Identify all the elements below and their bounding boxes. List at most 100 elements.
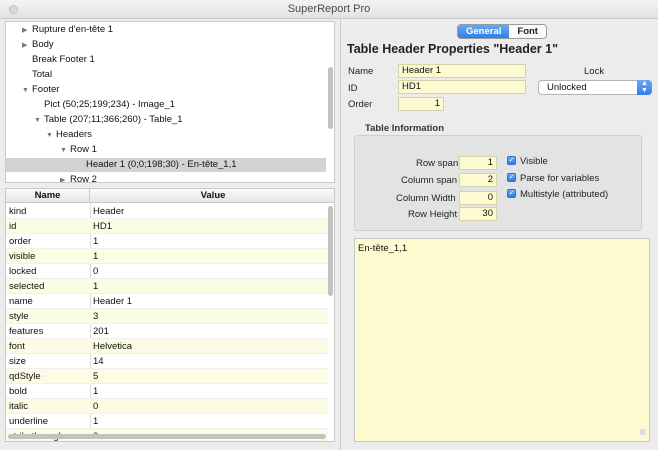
column-span-field[interactable]: 2: [459, 173, 497, 187]
disclosure-down-icon[interactable]: ▼: [22, 84, 32, 98]
table-row[interactable]: visible 1: [6, 249, 328, 264]
property-value: 1: [93, 386, 99, 397]
table-row[interactable]: selected 1: [6, 279, 328, 294]
tree-item-label: Body: [32, 39, 54, 50]
properties-table[interactable]: Name Value kind Header id HD1 order 1 visib…: [5, 188, 335, 442]
table-row[interactable]: qdStyle 5: [6, 369, 328, 384]
table-row[interactable]: name Header 1: [6, 294, 328, 309]
property-name: qdStyle: [9, 371, 41, 382]
property-name: id: [9, 221, 17, 232]
id-field[interactable]: HD1: [398, 80, 526, 94]
row-height-field[interactable]: 30: [459, 207, 497, 221]
window-title: SuperReport Pro: [287, 3, 371, 15]
tree-item[interactable]: ▶ Row 2: [6, 173, 326, 183]
tree-scrollbar[interactable]: [328, 67, 333, 129]
property-value: 201: [93, 326, 109, 337]
tree-item[interactable]: Pict (50;25;199;234) - Image_1: [6, 98, 326, 112]
property-name: kind: [9, 206, 27, 217]
order-label: Order: [348, 99, 373, 110]
tree-item-label: Break Footer 1: [32, 54, 95, 65]
table-row[interactable]: font Helvetica: [6, 339, 328, 354]
table-row[interactable]: locked 0: [6, 264, 328, 279]
property-value: HD1: [93, 221, 113, 232]
table-row[interactable]: order 1: [6, 234, 328, 249]
row-span-field[interactable]: 1: [459, 156, 497, 170]
multistyle-checkbox[interactable]: ✓: [507, 189, 516, 198]
row-span-label: Row span: [416, 158, 459, 169]
property-value: 5: [93, 371, 99, 382]
select-arrows-icon[interactable]: ▲ ▼: [637, 80, 652, 95]
disclosure-right-icon[interactable]: ▶: [22, 24, 32, 38]
checkmark-icon: ✓: [508, 190, 515, 197]
disclosure-right-icon[interactable]: ▶: [60, 174, 70, 182]
visible-label: Visible: [520, 156, 548, 167]
property-name: font: [9, 341, 25, 352]
disclosure-down-icon[interactable]: ▼: [34, 114, 44, 128]
lock-select-value: Unlocked: [547, 82, 587, 93]
tree-item[interactable]: Total: [6, 68, 326, 82]
resize-handle-icon[interactable]: [640, 429, 646, 435]
property-value: 0: [93, 401, 99, 412]
content-text: En-tête_1,1: [358, 243, 408, 254]
tree-item-label: Row 2: [70, 174, 97, 183]
title-bar: SuperReport Pro: [0, 0, 658, 19]
property-name: name: [9, 296, 33, 307]
disclosure-down-icon[interactable]: ▼: [60, 144, 70, 158]
tab-general[interactable]: General: [458, 25, 510, 38]
tree-item[interactable]: ▶ Body: [6, 38, 326, 52]
property-name: italic: [9, 401, 29, 412]
tree-item-label: Table (207;11;366;260) - Table_1: [44, 114, 183, 125]
property-name: order: [9, 236, 32, 247]
column-header-name[interactable]: Name: [6, 189, 90, 203]
row-height-label: Row Height: [408, 209, 458, 220]
tree-item-label: Total: [32, 69, 53, 80]
tree-item-label: Footer: [32, 84, 60, 95]
lock-select[interactable]: Unlocked ▲ ▼: [538, 80, 652, 95]
parse-variables-label: Parse for variables: [520, 173, 600, 184]
tree-item[interactable]: ▼ Row 1: [6, 143, 326, 157]
table-row[interactable]: italic 0: [6, 399, 328, 414]
property-value: 0: [93, 266, 99, 277]
tree-item[interactable]: ▶ Rupture d'en-tête 1: [6, 23, 326, 37]
tree-item-label: Pict (50;25;199;234) - Image_1: [44, 99, 175, 110]
table-row[interactable]: bold 1: [6, 384, 328, 399]
properties-horizontal-scrollbar[interactable]: [8, 434, 326, 439]
table-row[interactable]: size 14: [6, 354, 328, 369]
table-row[interactable]: kind Header: [6, 204, 328, 219]
parse-variables-checkbox[interactable]: ✓: [507, 173, 516, 182]
tree-item[interactable]: ▼ Table (207;11;366;260) - Table_1: [6, 113, 326, 127]
column-header-value[interactable]: Value: [90, 189, 334, 203]
app-window: SuperReport Pro ▶ Rupture d'en-tête 1 ▶ Bo…: [0, 0, 658, 450]
disclosure-right-icon[interactable]: ▶: [22, 39, 32, 53]
property-value: 1: [93, 416, 99, 427]
table-row[interactable]: features 201: [6, 324, 328, 339]
checkmark-icon: ✓: [508, 157, 515, 164]
order-field[interactable]: 1: [398, 97, 444, 111]
table-row[interactable]: style 3: [6, 309, 328, 324]
column-width-field[interactable]: 0: [459, 191, 497, 205]
lock-label: Lock: [584, 66, 605, 77]
content-textarea[interactable]: En-tête_1,1: [354, 238, 650, 442]
property-name: selected: [9, 281, 45, 292]
pane-splitter[interactable]: [340, 19, 341, 450]
table-row[interactable]: underline 1: [6, 414, 328, 429]
property-value: 1: [93, 251, 99, 262]
disclosure-down-icon[interactable]: ▼: [46, 129, 56, 143]
property-name: bold: [9, 386, 27, 397]
panel-title: Table Header Properties "Header 1": [347, 42, 559, 56]
structure-tree[interactable]: ▶ Rupture d'en-tête 1 ▶ Body Break Footer …: [5, 21, 335, 183]
tree-item[interactable]: Break Footer 1: [6, 53, 326, 67]
tree-item[interactable]: ▼ Headers: [6, 128, 326, 142]
properties-vertical-scrollbar[interactable]: [328, 206, 333, 296]
checkmark-icon: ✓: [508, 174, 515, 181]
tab-bar: General Font: [457, 24, 547, 39]
multistyle-label: Multistyle (attributed): [520, 189, 609, 200]
tree-item-label: Headers: [56, 129, 92, 140]
visible-checkbox[interactable]: ✓: [507, 156, 516, 165]
name-field[interactable]: Header 1: [398, 64, 526, 78]
table-row[interactable]: id HD1: [6, 219, 328, 234]
tree-item[interactable]: ▼ Footer: [6, 83, 326, 97]
tree-item-selected[interactable]: Header 1 (0;0;198;30) - En-tête_1,1: [6, 158, 326, 172]
tab-font[interactable]: Font: [509, 25, 546, 38]
name-label: Name: [348, 66, 374, 77]
